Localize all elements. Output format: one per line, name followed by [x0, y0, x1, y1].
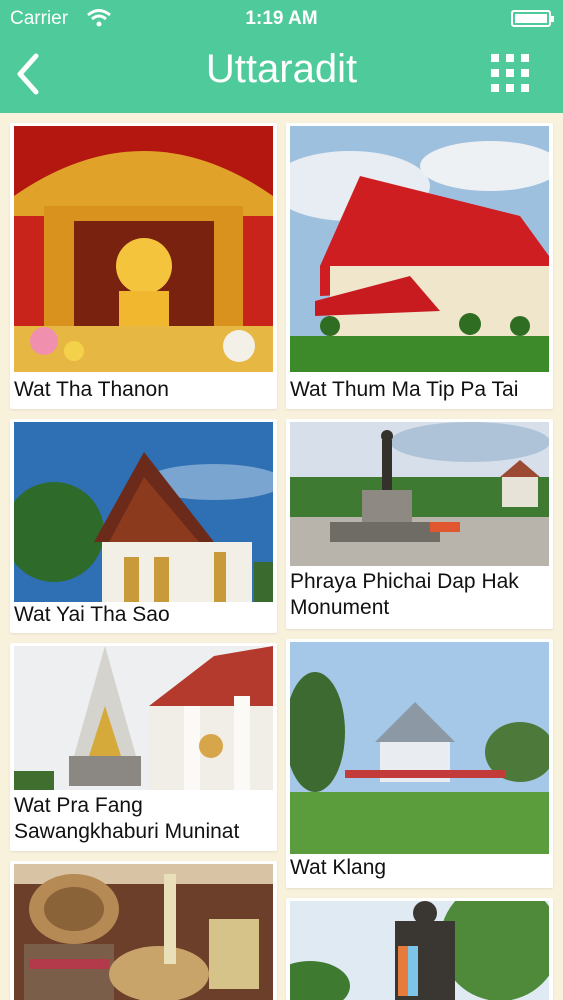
place-name: Wat Klang: [290, 856, 387, 879]
place-name: Wat Thum Ma Tip Pa Tai: [290, 378, 519, 401]
battery-icon: [511, 10, 554, 27]
place-card[interactable]: Wat Yai Tha Sao: [10, 419, 277, 633]
place-card[interactable]: Wat Thum Ma Tip Pa Tai: [286, 123, 553, 409]
page-title: Uttaradit: [205, 47, 358, 91]
temple-exterior-photo: [290, 126, 549, 372]
pagoda-photo: [14, 646, 273, 790]
place-name: Wat Pra Fang Sawangkhaburi Muninat: [14, 794, 240, 843]
place-card[interactable]: Wat Pra Fang Sawangkhaburi Muninat: [10, 643, 277, 851]
statue-photo: [290, 901, 549, 1000]
monument-photo: [290, 422, 549, 566]
place-name: Wat Yai Tha Sao: [14, 603, 170, 626]
basket-crafts-photo: [14, 864, 273, 1000]
place-card[interactable]: [286, 898, 553, 1000]
place-card[interactable]: Wat Klang: [286, 639, 553, 888]
navigation-bar: Carrier 1:19 AM Uttaradit: [0, 0, 563, 113]
place-name: Wat Tha Thanon: [14, 378, 169, 401]
temple-interior-photo: [14, 126, 273, 372]
grid-menu-icon[interactable]: [491, 54, 529, 92]
place-name: Phraya Phichai Dap Hak Monument: [290, 570, 519, 619]
place-card[interactable]: [10, 861, 277, 1000]
place-card[interactable]: Phraya Phichai Dap Hak Monument: [286, 419, 553, 629]
temple-grounds-photo: [290, 642, 549, 854]
temple-exterior-photo: [14, 422, 273, 602]
status-bar: Carrier 1:19 AM: [0, 0, 563, 38]
place-card[interactable]: Wat Tha Thanon: [10, 123, 277, 409]
clock: 1:19 AM: [245, 8, 318, 29]
